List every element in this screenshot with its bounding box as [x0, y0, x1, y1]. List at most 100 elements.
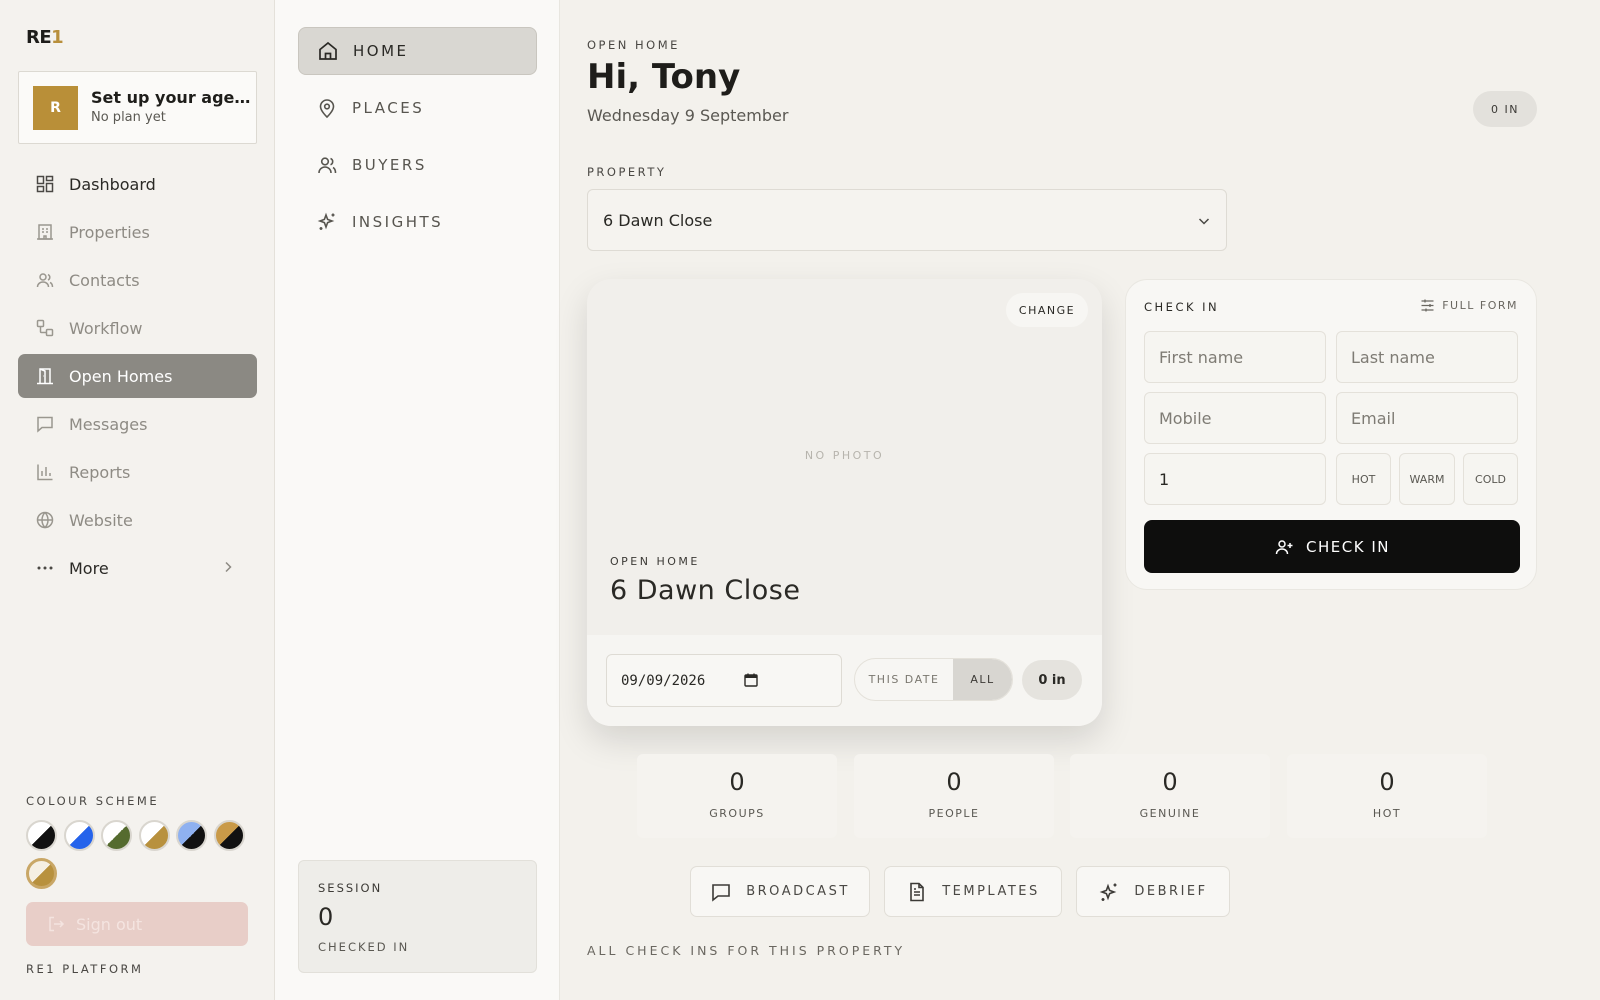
session-card: SESSION 0 CHECKED IN: [298, 860, 537, 973]
workflow-icon: [35, 318, 55, 338]
sidebar-item-website[interactable]: Website: [18, 498, 257, 542]
full-form-label: FULL FORM: [1442, 299, 1518, 312]
property-select[interactable]: 6 Dawn Close: [587, 189, 1227, 251]
templates-button[interactable]: TEMPLATES: [884, 866, 1062, 917]
stat-people: 0 PEOPLE: [854, 754, 1054, 838]
subnav-item-places[interactable]: PLACES: [298, 84, 537, 132]
chevron-down-icon: [1197, 214, 1211, 228]
property-select-value: 6 Dawn Close: [603, 210, 713, 230]
email-field[interactable]: Email: [1336, 392, 1518, 444]
open-home-date-input[interactable]: 09/09/2026: [606, 654, 842, 707]
main-content: OPEN HOME Hi, Tony Wednesday 9 September…: [560, 0, 1600, 1000]
stat-value: 0: [729, 768, 745, 796]
subnav-label: PLACES: [352, 99, 425, 117]
colour-scheme-label: COLOUR SCHEME: [26, 794, 160, 808]
stat-hot: 0 HOT: [1287, 754, 1487, 838]
card-address: 6 Dawn Close: [610, 575, 801, 606]
no-photo-placeholder: NO PHOTO: [804, 449, 885, 462]
sidebar-item-properties[interactable]: Properties: [18, 210, 257, 254]
stat-genuine: 0 GENUINE: [1070, 754, 1270, 838]
check-in-submit-label: CHECK IN: [1306, 537, 1390, 556]
agency-setup-card[interactable]: R Set up your agen... No plan yet: [18, 71, 257, 144]
agency-plan-status: No plan yet: [91, 110, 166, 125]
subnav-item-home[interactable]: HOME: [298, 27, 537, 75]
sparkles-icon: [1098, 881, 1120, 903]
sidebar-item-dashboard[interactable]: Dashboard: [18, 162, 257, 206]
filter-all-button[interactable]: ALL: [953, 659, 1012, 700]
sidebar-item-label: Open Homes: [69, 366, 173, 386]
open-home-photo-card: CHANGE NO PHOTO OPEN HOME 6 Dawn Close 0…: [587, 279, 1102, 726]
full-form-button[interactable]: FULL FORM: [1420, 298, 1518, 313]
page-eyebrow: OPEN HOME: [587, 38, 680, 52]
grid-icon: [35, 174, 55, 194]
subnav-label: INSIGHTS: [352, 213, 444, 231]
last-name-field[interactable]: Last name: [1336, 331, 1518, 383]
page-title: Hi, Tony: [587, 57, 741, 97]
section-subnav: HOME PLACES BUYERS INSIGHTS SESSION 0 CH…: [275, 0, 560, 1000]
checked-in-badge: 0 IN: [1473, 91, 1537, 127]
temp-warm-button[interactable]: WARM: [1399, 453, 1455, 505]
logo-accent: 1: [51, 27, 64, 48]
stat-value: 0: [1379, 768, 1395, 796]
agency-avatar: R: [33, 86, 78, 130]
in-count-badge: 0 in: [1022, 660, 1082, 700]
debrief-button[interactable]: DEBRIEF: [1076, 866, 1230, 917]
group-size-field[interactable]: 1: [1144, 453, 1326, 505]
subnav-item-buyers[interactable]: BUYERS: [298, 141, 537, 189]
subnav-item-insights[interactable]: INSIGHTS: [298, 198, 537, 246]
document-icon: [906, 881, 928, 903]
colour-scheme-swatch[interactable]: [176, 820, 207, 851]
message-square-icon: [710, 881, 732, 903]
door-icon: [35, 366, 55, 386]
debrief-label: DEBRIEF: [1134, 884, 1208, 899]
colour-scheme-swatch[interactable]: [138, 820, 170, 851]
home-icon: [317, 40, 339, 62]
sidebar-item-reports[interactable]: Reports: [18, 450, 257, 494]
sidebar-item-more[interactable]: More: [18, 546, 257, 590]
colour-scheme-swatch[interactable]: [63, 820, 95, 851]
filter-this-date-button[interactable]: THIS DATE: [855, 659, 953, 700]
stat-label: PEOPLE: [928, 807, 980, 820]
logo-text: RE: [26, 27, 52, 48]
sidebar-item-contacts[interactable]: Contacts: [18, 258, 257, 302]
stat-label: GENUINE: [1139, 807, 1201, 820]
sidebar-item-label: Website: [69, 510, 133, 530]
bar-chart-icon: [35, 462, 55, 482]
temp-cold-button[interactable]: COLD: [1463, 453, 1518, 505]
sidebar-item-workflow[interactable]: Workflow: [18, 306, 257, 350]
ellipsis-icon: [35, 558, 55, 578]
first-name-field[interactable]: First name: [1144, 331, 1326, 383]
broadcast-button[interactable]: BROADCAST: [690, 866, 870, 917]
sidebar-item-label: Contacts: [69, 270, 140, 290]
users-icon: [316, 154, 338, 176]
sidebar-item-messages[interactable]: Messages: [18, 402, 257, 446]
sign-out-button[interactable]: Sign out: [26, 902, 248, 946]
session-checked-in-count: 0: [318, 903, 334, 931]
change-photo-button[interactable]: CHANGE: [1006, 293, 1088, 327]
sidebar-item-label: Dashboard: [69, 174, 156, 194]
stat-label: GROUPS: [709, 807, 765, 820]
sparkles-icon: [316, 211, 338, 233]
sign-out-icon: [46, 914, 66, 934]
current-date: Wednesday 9 September: [587, 106, 789, 125]
colour-scheme-swatch[interactable]: [26, 858, 57, 889]
sidebar-item-label: Workflow: [69, 318, 143, 338]
colour-scheme-swatch[interactable]: [101, 820, 132, 851]
temp-hot-button[interactable]: HOT: [1336, 453, 1391, 505]
platform-label: RE1 PLATFORM: [26, 962, 144, 976]
check-in-title: CHECK IN: [1144, 300, 1220, 314]
colour-scheme-swatch[interactable]: [213, 820, 245, 851]
sidebar-item-label: Messages: [69, 414, 148, 434]
app-logo[interactable]: RE1: [26, 27, 64, 48]
calendar-icon[interactable]: [743, 672, 759, 688]
mobile-field[interactable]: Mobile: [1144, 392, 1326, 444]
sidebar-item-open-homes[interactable]: Open Homes: [18, 354, 257, 398]
sidebar-item-label: Reports: [69, 462, 131, 482]
users-icon: [35, 270, 55, 290]
card-eyebrow: OPEN HOME: [610, 555, 700, 568]
date-filter-toggle: THIS DATE ALL: [854, 658, 1013, 701]
colour-scheme-swatch[interactable]: [26, 820, 57, 851]
subnav-label: BUYERS: [352, 156, 427, 174]
card-footer: 09/09/2026 THIS DATE ALL 0 in: [587, 635, 1102, 726]
check-in-submit-button[interactable]: CHECK IN: [1144, 520, 1520, 573]
